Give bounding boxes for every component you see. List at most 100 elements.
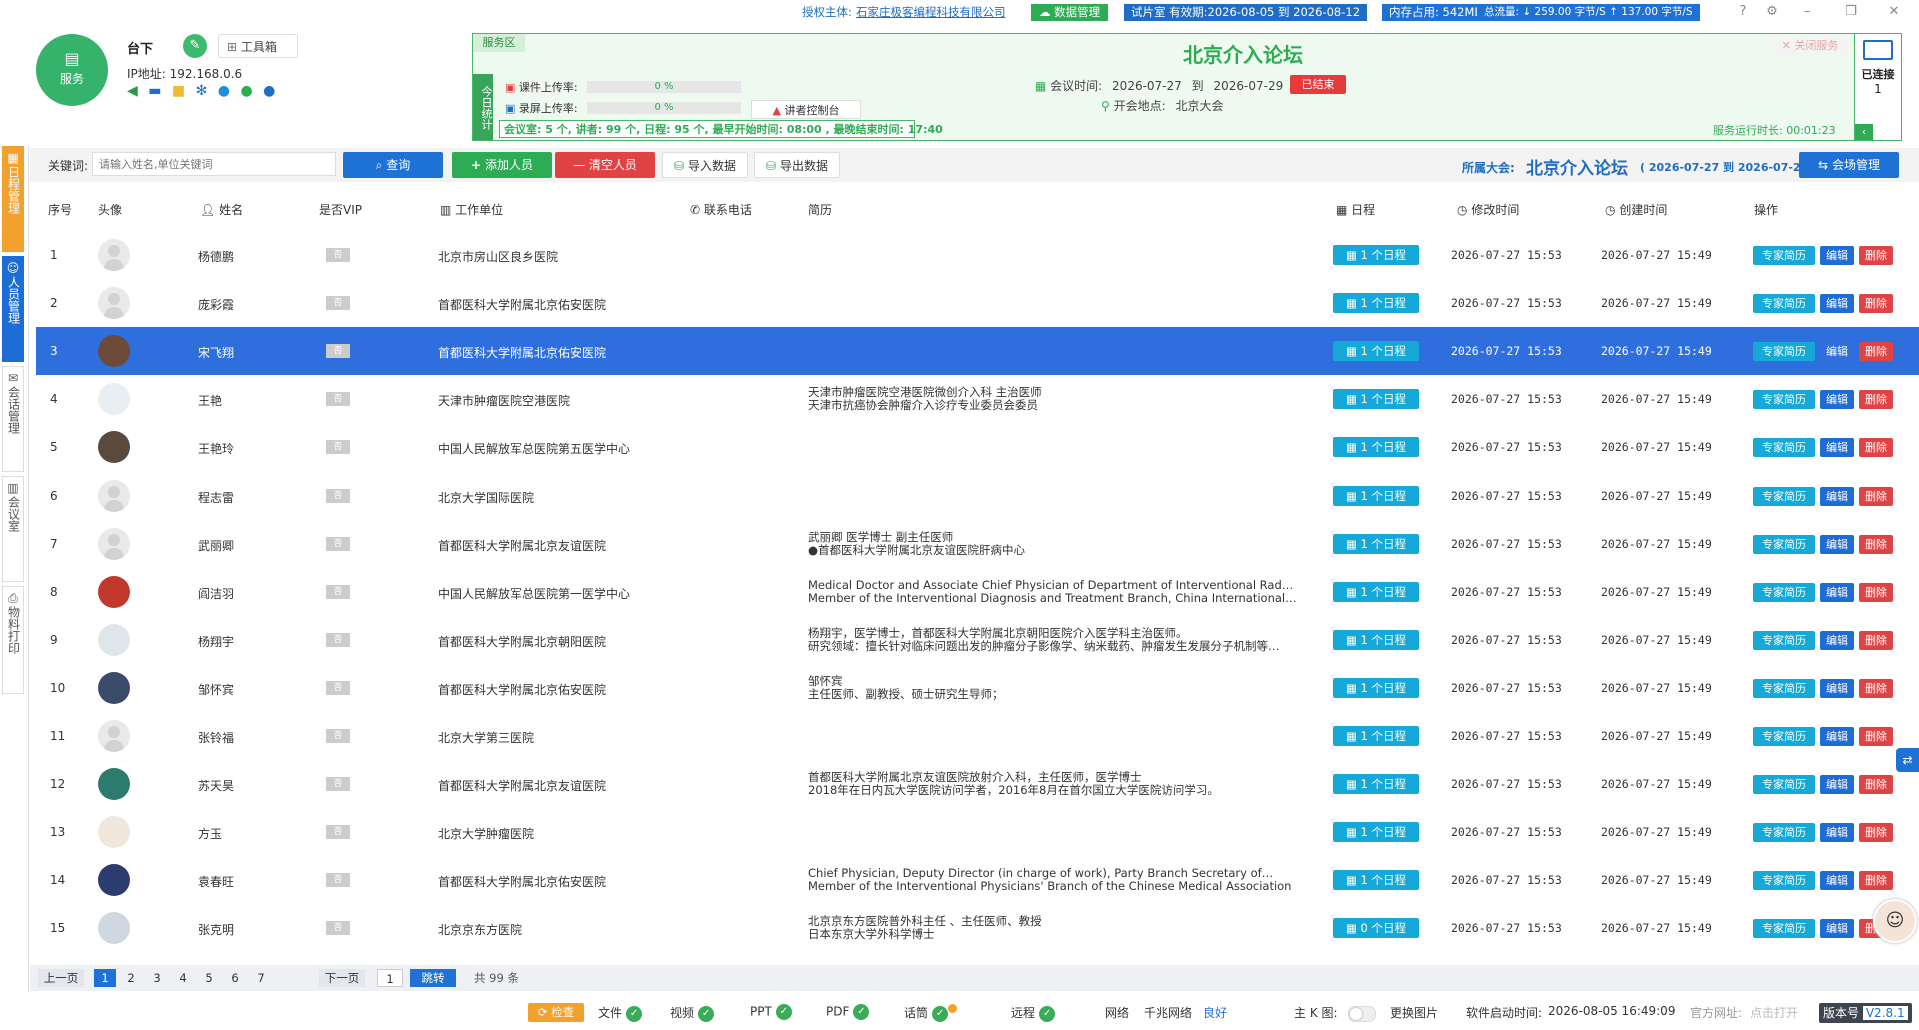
nav-material-print[interactable]: ⎙ 物料打印 [2, 586, 24, 694]
schedule-badge[interactable]: ▦ 1 个日程 [1333, 533, 1419, 554]
edit-icon[interactable]: ✎ [183, 34, 207, 58]
delete-button[interactable]: 删除 [1859, 823, 1893, 843]
side-panel-icon[interactable]: ⇄ [1896, 748, 1919, 772]
add-person-button[interactable]: + 添加人员 [452, 152, 552, 178]
schedule-badge[interactable]: ▦ 1 个日程 [1333, 485, 1419, 506]
delete-button[interactable]: 删除 [1859, 630, 1893, 650]
nav-meeting-room[interactable]: ▥ 会议室 [2, 476, 24, 582]
edit-button[interactable]: 编辑 [1820, 727, 1854, 746]
nav-personnel-management[interactable]: ☺ 人员管理 [2, 256, 24, 362]
schedule-badge[interactable]: ▦ 1 个日程 [1333, 293, 1419, 314]
jump-page-input[interactable]: 1 [377, 969, 403, 987]
delete-button[interactable]: 删除 [1859, 775, 1893, 795]
help-icon[interactable]: ? [1733, 3, 1753, 21]
speaker-icon[interactable]: ◀ [127, 83, 138, 99]
expert-bio-button[interactable]: 专家简历 [1753, 246, 1815, 265]
page-number-button[interactable]: 5 [198, 969, 220, 987]
edit-button[interactable]: 编辑 [1820, 486, 1854, 506]
schedule-badge[interactable]: ▦ 1 个日程 [1333, 245, 1419, 265]
search-circle-icon[interactable]: ● [263, 83, 275, 99]
delete-button[interactable]: 删除 [1859, 438, 1893, 458]
edit-button[interactable]: 编辑 [1820, 390, 1854, 410]
main-k-toggle[interactable] [1348, 1006, 1376, 1022]
minimize-icon[interactable]: – [1797, 3, 1817, 21]
edit-button[interactable]: 编辑 [1820, 582, 1854, 602]
table-row[interactable]: 9 杨翔宇 否 首都医科大学附属北京朝阳医院 杨翔宇，医学博士，首都医科大学附属北京朝阳… [36, 616, 1919, 664]
edit-button[interactable]: 编辑 [1820, 438, 1854, 458]
table-row[interactable]: 12 苏天昊 否 首都医科大学附属北京友谊医院 首都医科大学附属北京友谊医院放射介入科，… [36, 760, 1919, 808]
schedule-badge[interactable]: ▦ 1 个日程 [1333, 822, 1419, 843]
expert-bio-button[interactable]: 专家简历 [1753, 486, 1815, 506]
edit-button[interactable]: 编辑 [1820, 342, 1854, 361]
delete-button[interactable]: 删除 [1859, 342, 1893, 362]
globe-icon[interactable]: ● [218, 83, 230, 99]
toolbox-button[interactable]: ⊞ 工具箱 [218, 34, 298, 58]
expert-bio-button[interactable]: 专家简历 [1753, 775, 1815, 795]
delete-button[interactable]: 删除 [1859, 582, 1893, 602]
schedule-badge[interactable]: ▦ 1 个日程 [1333, 726, 1419, 746]
edit-button[interactable]: 编辑 [1820, 294, 1854, 314]
schedule-badge[interactable]: ▦ 1 个日程 [1333, 389, 1419, 410]
delete-button[interactable]: 删除 [1859, 486, 1893, 506]
page-number-button[interactable]: 2 [120, 969, 142, 987]
table-row[interactable]: 6 程志雷 否 北京大学国际医院 ▦ 1 个日程 2026-07-27 15:53 2026… [36, 472, 1919, 520]
delete-button[interactable]: 删除 [1859, 294, 1893, 314]
edit-button[interactable]: 编辑 [1820, 630, 1854, 650]
edit-button[interactable]: 编辑 [1820, 823, 1854, 843]
nav-session-management[interactable]: ✉ 会话管理 [2, 366, 24, 472]
page-number-button[interactable]: 7 [250, 969, 272, 987]
schedule-badge[interactable]: ▦ 1 个日程 [1333, 774, 1419, 795]
edit-button[interactable]: 编辑 [1820, 246, 1854, 265]
settings-icon[interactable]: ⚙ [1762, 3, 1782, 21]
search-button[interactable]: ⌕ 查询 [343, 152, 443, 178]
schedule-badge[interactable]: ▦ 1 个日程 [1333, 629, 1419, 650]
expert-bio-button[interactable]: 专家简历 [1753, 630, 1815, 650]
expert-bio-button[interactable]: 专家简历 [1753, 678, 1815, 698]
data-management-button[interactable]: ☁ 数据管理 [1031, 4, 1109, 21]
table-row[interactable]: 3 宋飞翔 否 首都医科大学附属北京佑安医院 ▦ 1 个日程 2026-07-27 15:… [36, 327, 1919, 376]
connection-panel[interactable]: 已连接 1 ‹ [1854, 33, 1902, 141]
edit-button[interactable]: 编辑 [1820, 871, 1854, 891]
license-name[interactable]: 石家庄极客编程科技有限公司 [856, 4, 1006, 21]
table-row[interactable]: 7 武丽卿 否 首都医科大学附属北京友谊医院 武丽卿 医学博士 副主任医师 ●首都医科大学… [36, 520, 1919, 568]
delete-button[interactable]: 删除 [1859, 871, 1893, 891]
expert-bio-button[interactable]: 专家简历 [1753, 823, 1815, 843]
col-name[interactable]: 👤︎ 姓名 [200, 201, 243, 218]
edit-button[interactable]: 编辑 [1820, 919, 1854, 939]
schedule-badge[interactable]: ▦ 0 个日程 [1333, 918, 1419, 939]
schedule-badge[interactable]: ▦ 1 个日程 [1333, 437, 1419, 458]
delete-button[interactable]: 删除 [1859, 246, 1893, 265]
venue-management-button[interactable]: ⇆ 会场管理 [1799, 152, 1899, 178]
expert-bio-button[interactable]: 专家简历 [1753, 582, 1815, 602]
edit-button[interactable]: 编辑 [1820, 775, 1854, 795]
clear-people-button[interactable]: — 清空人员 [555, 152, 655, 178]
table-row[interactable]: 10 邹怀宾否首都医科大学附属北京佑安医院 邹怀宾 主任医师、副教授、硕士研究生导师；… [36, 664, 1919, 712]
prev-page-button[interactable]: 上一页 [38, 969, 84, 987]
close-icon[interactable]: ✕ [1884, 3, 1904, 21]
table-row[interactable]: 5 王艳玲 否 中国人民解放军总医院第五医学中心 ▦ 1 个日程 2026-07-27 1… [36, 423, 1919, 471]
edit-button[interactable]: 编辑 [1820, 534, 1854, 554]
expert-bio-button[interactable]: 专家简历 [1753, 390, 1815, 410]
expert-bio-button[interactable]: 专家简历 [1753, 342, 1815, 362]
edit-button[interactable]: 编辑 [1820, 678, 1854, 698]
schedule-badge[interactable]: ▦ 1 个日程 [1333, 581, 1419, 602]
jump-button[interactable]: 跳转 [410, 969, 456, 987]
website-link[interactable]: 点击打开 [1750, 1004, 1798, 1021]
folder-icon[interactable]: ■ [172, 83, 185, 99]
schedule-badge[interactable]: ▦ 1 个日程 [1333, 341, 1419, 362]
schedule-badge[interactable]: ▦ 1 个日程 [1333, 677, 1419, 698]
check-button[interactable]: ⟳ 检查 [528, 1003, 584, 1022]
network-icon[interactable]: ✻ [196, 83, 208, 99]
expert-bio-button[interactable]: 专家简历 [1753, 919, 1815, 939]
table-row[interactable]: 14 袁春旺 否 首都医科大学附属北京佑安医院 Chief Physician, Dep… [36, 856, 1919, 904]
delete-button[interactable]: 删除 [1859, 390, 1893, 410]
service-button[interactable]: ▤ 服务 [36, 34, 108, 106]
next-page-button[interactable]: 下一页 [319, 969, 365, 987]
import-button[interactable]: ⛁ 导入数据 [662, 152, 748, 178]
export-button[interactable]: ⛁ 导出数据 [754, 152, 840, 178]
table-row[interactable]: 8 阎洁羽 否 中国人民解放军总医院第一医学中心 Medical Doctor and … [36, 568, 1919, 616]
table-row[interactable]: 1 杨德鹏 否 北京市房山区良乡医院 ▦ 1 个日程 2026-07-27 15:53 20… [36, 231, 1919, 279]
table-row[interactable]: 13 方玉 否 北京大学肿瘤医院 ▦ 1 个日程 2026-07-27 15:53 2026… [36, 808, 1919, 856]
expert-bio-button[interactable]: 专家简历 [1753, 294, 1815, 314]
table-row[interactable]: 4 王艳 否 天津市肿瘤医院空港医院 天津市肿瘤医院空港医院微创介入科 主治医师 天津市抗… [36, 375, 1919, 423]
